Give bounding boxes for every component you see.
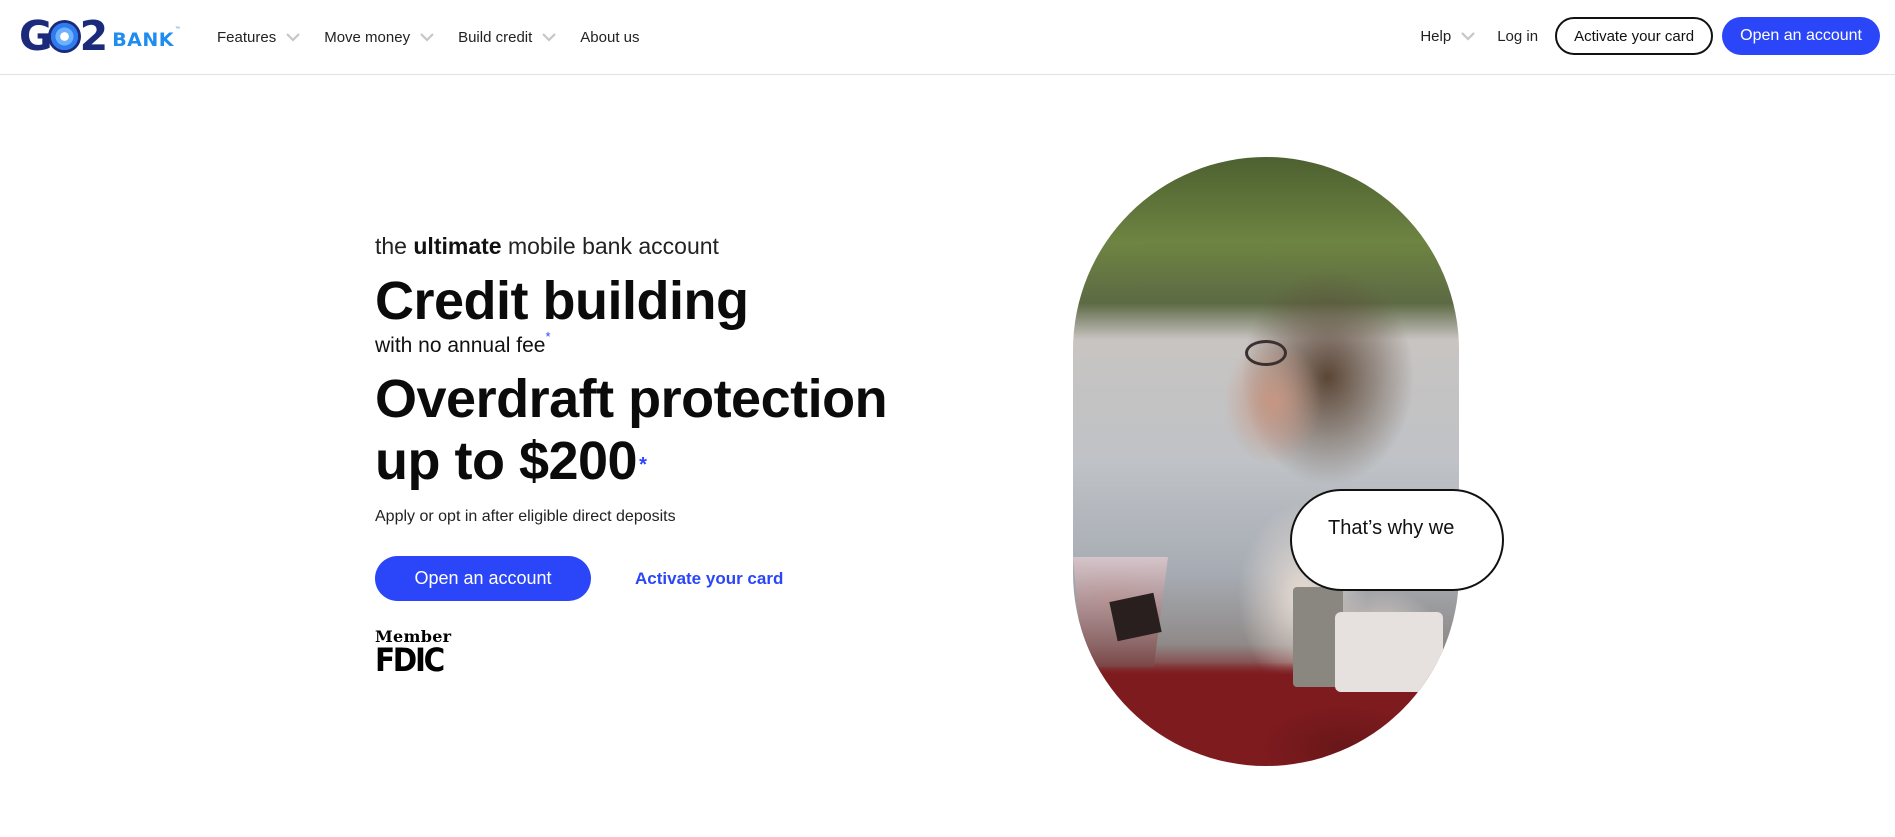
nav-about-us-label: About us: [580, 28, 640, 46]
chevron-down-icon: [420, 32, 434, 42]
footnote-asterisk[interactable]: *: [639, 454, 647, 476]
tagline-pre: the: [375, 233, 414, 259]
nav-build-credit[interactable]: Build credit: [458, 28, 557, 46]
activate-card-link[interactable]: Activate your card: [635, 569, 783, 589]
speech-bubble-text: That’s why we: [1328, 517, 1455, 539]
logo-bank-text: BANK: [112, 29, 174, 51]
hero-tagline: the ultimate mobile bank account: [375, 228, 975, 264]
photo-glasses-detail: [1245, 340, 1287, 366]
logo-trademark: ™: [175, 26, 180, 32]
hero-cta-row: Open an account Activate your card: [375, 556, 783, 601]
headline-overdraft: Overdraft protection up to $200 *: [375, 368, 975, 492]
site-header: G 2 BANK ™ Features Move money Build cre…: [0, 0, 1895, 75]
open-account-button[interactable]: Open an account: [375, 556, 591, 601]
chevron-down-icon: [286, 32, 300, 42]
hero-photo: [1073, 157, 1459, 766]
login-link[interactable]: Log in: [1497, 28, 1538, 45]
photo-box-detail: [1335, 612, 1443, 692]
logo-letter-g: G: [19, 12, 53, 60]
nav-help-label: Help: [1420, 27, 1452, 45]
speech-bubble: That’s why we: [1290, 489, 1504, 591]
nav-build-credit-label: Build credit: [458, 28, 533, 46]
logo-target-icon: [47, 19, 81, 53]
subline-text: with no annual fee: [375, 334, 546, 357]
headline-overdraft-line2: up to $200: [375, 431, 638, 491]
fdic-badge: Member FDIC: [375, 628, 451, 679]
hero-description: Apply or opt in after eligible direct de…: [375, 508, 676, 525]
fdic-logo: FDIC: [375, 641, 445, 679]
nav-about-us[interactable]: About us: [580, 29, 639, 46]
logo-wordmark: G 2: [19, 12, 108, 60]
nav-features[interactable]: Features: [217, 29, 300, 46]
tagline-post: mobile bank account: [501, 233, 719, 259]
headline-credit-building: Credit building: [375, 271, 749, 331]
header-open-account-button[interactable]: Open an account: [1722, 17, 1880, 55]
nav-help[interactable]: Help: [1420, 28, 1475, 45]
nav-move-money[interactable]: Move money: [324, 29, 434, 46]
chevron-down-icon: [1461, 31, 1475, 41]
chevron-down-icon: [542, 32, 557, 42]
nav-features-label: Features: [217, 28, 277, 46]
footnote-asterisk[interactable]: *: [545, 329, 550, 344]
primary-nav: Features Move money Build credit About u…: [217, 24, 664, 50]
subline-no-annual-fee: with no annual fee*: [375, 327, 975, 359]
header-activate-card-button[interactable]: Activate your card: [1555, 17, 1714, 55]
go2bank-logo[interactable]: G 2 BANK ™: [19, 12, 180, 60]
hero-copy: the ultimate mobile bank account Credit …: [375, 228, 975, 528]
logo-letter-2: 2: [79, 12, 108, 60]
tagline-bold: ultimate: [413, 233, 502, 259]
headline-overdraft-line1: Overdraft protection: [375, 369, 888, 429]
nav-move-money-label: Move money: [324, 28, 411, 46]
utility-nav: Help Log in Activate your card Open an a…: [1420, 17, 1880, 55]
